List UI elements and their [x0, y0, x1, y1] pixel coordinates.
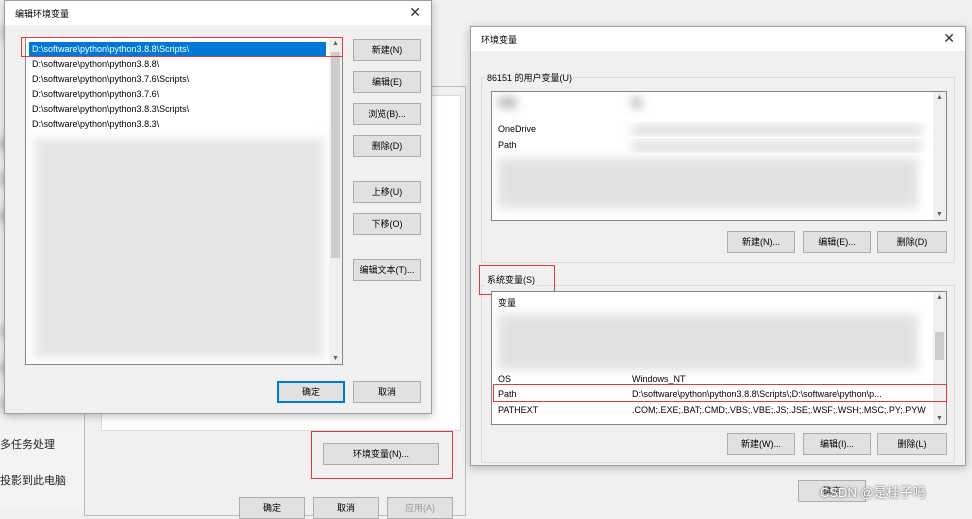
new-button[interactable]: 新建(N): [353, 39, 421, 61]
ok-button[interactable]: 确定: [277, 381, 345, 403]
scroll-up-icon[interactable]: ▲: [933, 294, 946, 301]
path-entry: D:\software\python\python3.8.8\: [32, 59, 160, 69]
move-up-button[interactable]: 上移(U): [353, 181, 421, 203]
edit-environment-variable-dialog: 编辑环境变量 ✕ D:\software\python\python3.8.8\…: [4, 0, 432, 414]
edit-button[interactable]: 编辑(E): [353, 71, 421, 93]
user-variables-list[interactable]: 变量值 OneDrive Path ▲ ▼: [491, 91, 947, 221]
path-entry: D:\software\python\python3.7.6\Scripts\: [32, 74, 190, 84]
scroll-up-icon[interactable]: ▲: [933, 94, 946, 101]
watermark: CSDN @是桂子吗: [820, 485, 926, 500]
close-icon[interactable]: ✕: [943, 30, 955, 47]
highlight-path-row: [493, 384, 947, 402]
list-item[interactable]: Path: [492, 138, 946, 153]
user-list-scrollbar[interactable]: ▲ ▼: [933, 92, 946, 220]
environment-variables-dialog: 环境变量 ✕ 86151 的用户变量(U) 变量值 OneDrive Path …: [470, 26, 966, 466]
scroll-down-icon[interactable]: ▼: [933, 415, 946, 422]
sysprop-apply-button[interactable]: 应用(A): [387, 497, 453, 519]
scroll-down-icon[interactable]: ▼: [329, 355, 342, 362]
env-dialog-title: 环境变量: [481, 35, 518, 45]
user-edit-button[interactable]: 编辑(E)...: [803, 231, 871, 253]
cancel-button[interactable]: 取消: [353, 381, 421, 403]
system-variables-list[interactable]: 变量 OS Windows_NT Path D:\software\python…: [491, 291, 947, 425]
highlight-selected-entry: [21, 37, 343, 57]
list-item[interactable]: 变量值: [492, 96, 946, 111]
system-list-scrollbar[interactable]: ▲ ▼: [933, 292, 946, 424]
user-new-button[interactable]: 新建(N)...: [727, 231, 795, 253]
path-entry: D:\software\python\python3.7.6\: [32, 89, 160, 99]
user-delete-button[interactable]: 删除(D): [877, 231, 947, 253]
path-entries-list[interactable]: D:\software\python\python3.8.8\Scripts\ …: [25, 37, 343, 365]
sidebar-item-multitasking[interactable]: 多任务处理: [0, 436, 55, 452]
redacted-area: [498, 158, 918, 208]
redacted-area: [34, 138, 324, 358]
path-entry: D:\software\python\python3.8.3\: [32, 119, 160, 129]
user-var-name: Path: [498, 140, 517, 150]
sidebar-item-project[interactable]: 投影到此电脑: [0, 472, 66, 488]
list-header: 变量: [498, 298, 517, 308]
edit-dialog-title: 编辑环境变量: [15, 9, 70, 19]
sys-var-name: PATHEXT: [498, 405, 539, 415]
browse-button[interactable]: 浏览(B)...: [353, 103, 421, 125]
edit-titlebar: 编辑环境变量 ✕: [5, 1, 431, 25]
edit-text-button[interactable]: 编辑文本(T)...: [353, 259, 421, 281]
list-item[interactable]: D:\software\python\python3.8.8\: [26, 57, 342, 72]
move-down-button[interactable]: 下移(O): [353, 213, 421, 235]
scroll-thumb[interactable]: [331, 52, 340, 258]
list-item[interactable]: D:\software\python\python3.8.3\Scripts\: [26, 102, 342, 117]
list-item[interactable]: D:\software\python\python3.8.3\: [26, 117, 342, 132]
sysprop-ok-button[interactable]: 确定: [239, 497, 305, 519]
env-titlebar: 环境变量 ✕: [471, 27, 965, 51]
list-item[interactable]: D:\software\python\python3.7.6\Scripts\: [26, 72, 342, 87]
highlight-env-button: [311, 431, 453, 479]
system-delete-button[interactable]: 删除(L): [877, 433, 947, 455]
list-item[interactable]: D:\software\python\python3.7.6\: [26, 87, 342, 102]
user-var-value-redacted: [632, 141, 922, 151]
delete-button[interactable]: 删除(D): [353, 135, 421, 157]
list-item[interactable]: OneDrive: [492, 122, 946, 137]
close-icon[interactable]: ✕: [409, 4, 421, 21]
user-var-value-redacted: [632, 125, 922, 135]
user-var-name: OneDrive: [498, 124, 537, 134]
redacted-area: [498, 314, 918, 370]
sys-var-value: .COM;.EXE;.BAT;.CMD;.VBS;.VBE;.JS;.JSE;.…: [632, 405, 926, 415]
list-item[interactable]: PATHEXT .COM;.EXE;.BAT;.CMD;.VBS;.VBE;.J…: [492, 403, 946, 418]
path-list-scrollbar[interactable]: ▲ ▼: [329, 38, 342, 364]
path-entry: D:\software\python\python3.8.3\Scripts\: [32, 104, 190, 114]
scroll-thumb[interactable]: [935, 332, 944, 360]
scroll-down-icon[interactable]: ▼: [933, 211, 946, 218]
system-new-button[interactable]: 新建(W)...: [727, 433, 795, 455]
system-edit-button[interactable]: 编辑(I)...: [803, 433, 871, 455]
user-variables-label: 86151 的用户变量(U): [485, 71, 575, 84]
sysprop-cancel-button[interactable]: 取消: [313, 497, 379, 519]
